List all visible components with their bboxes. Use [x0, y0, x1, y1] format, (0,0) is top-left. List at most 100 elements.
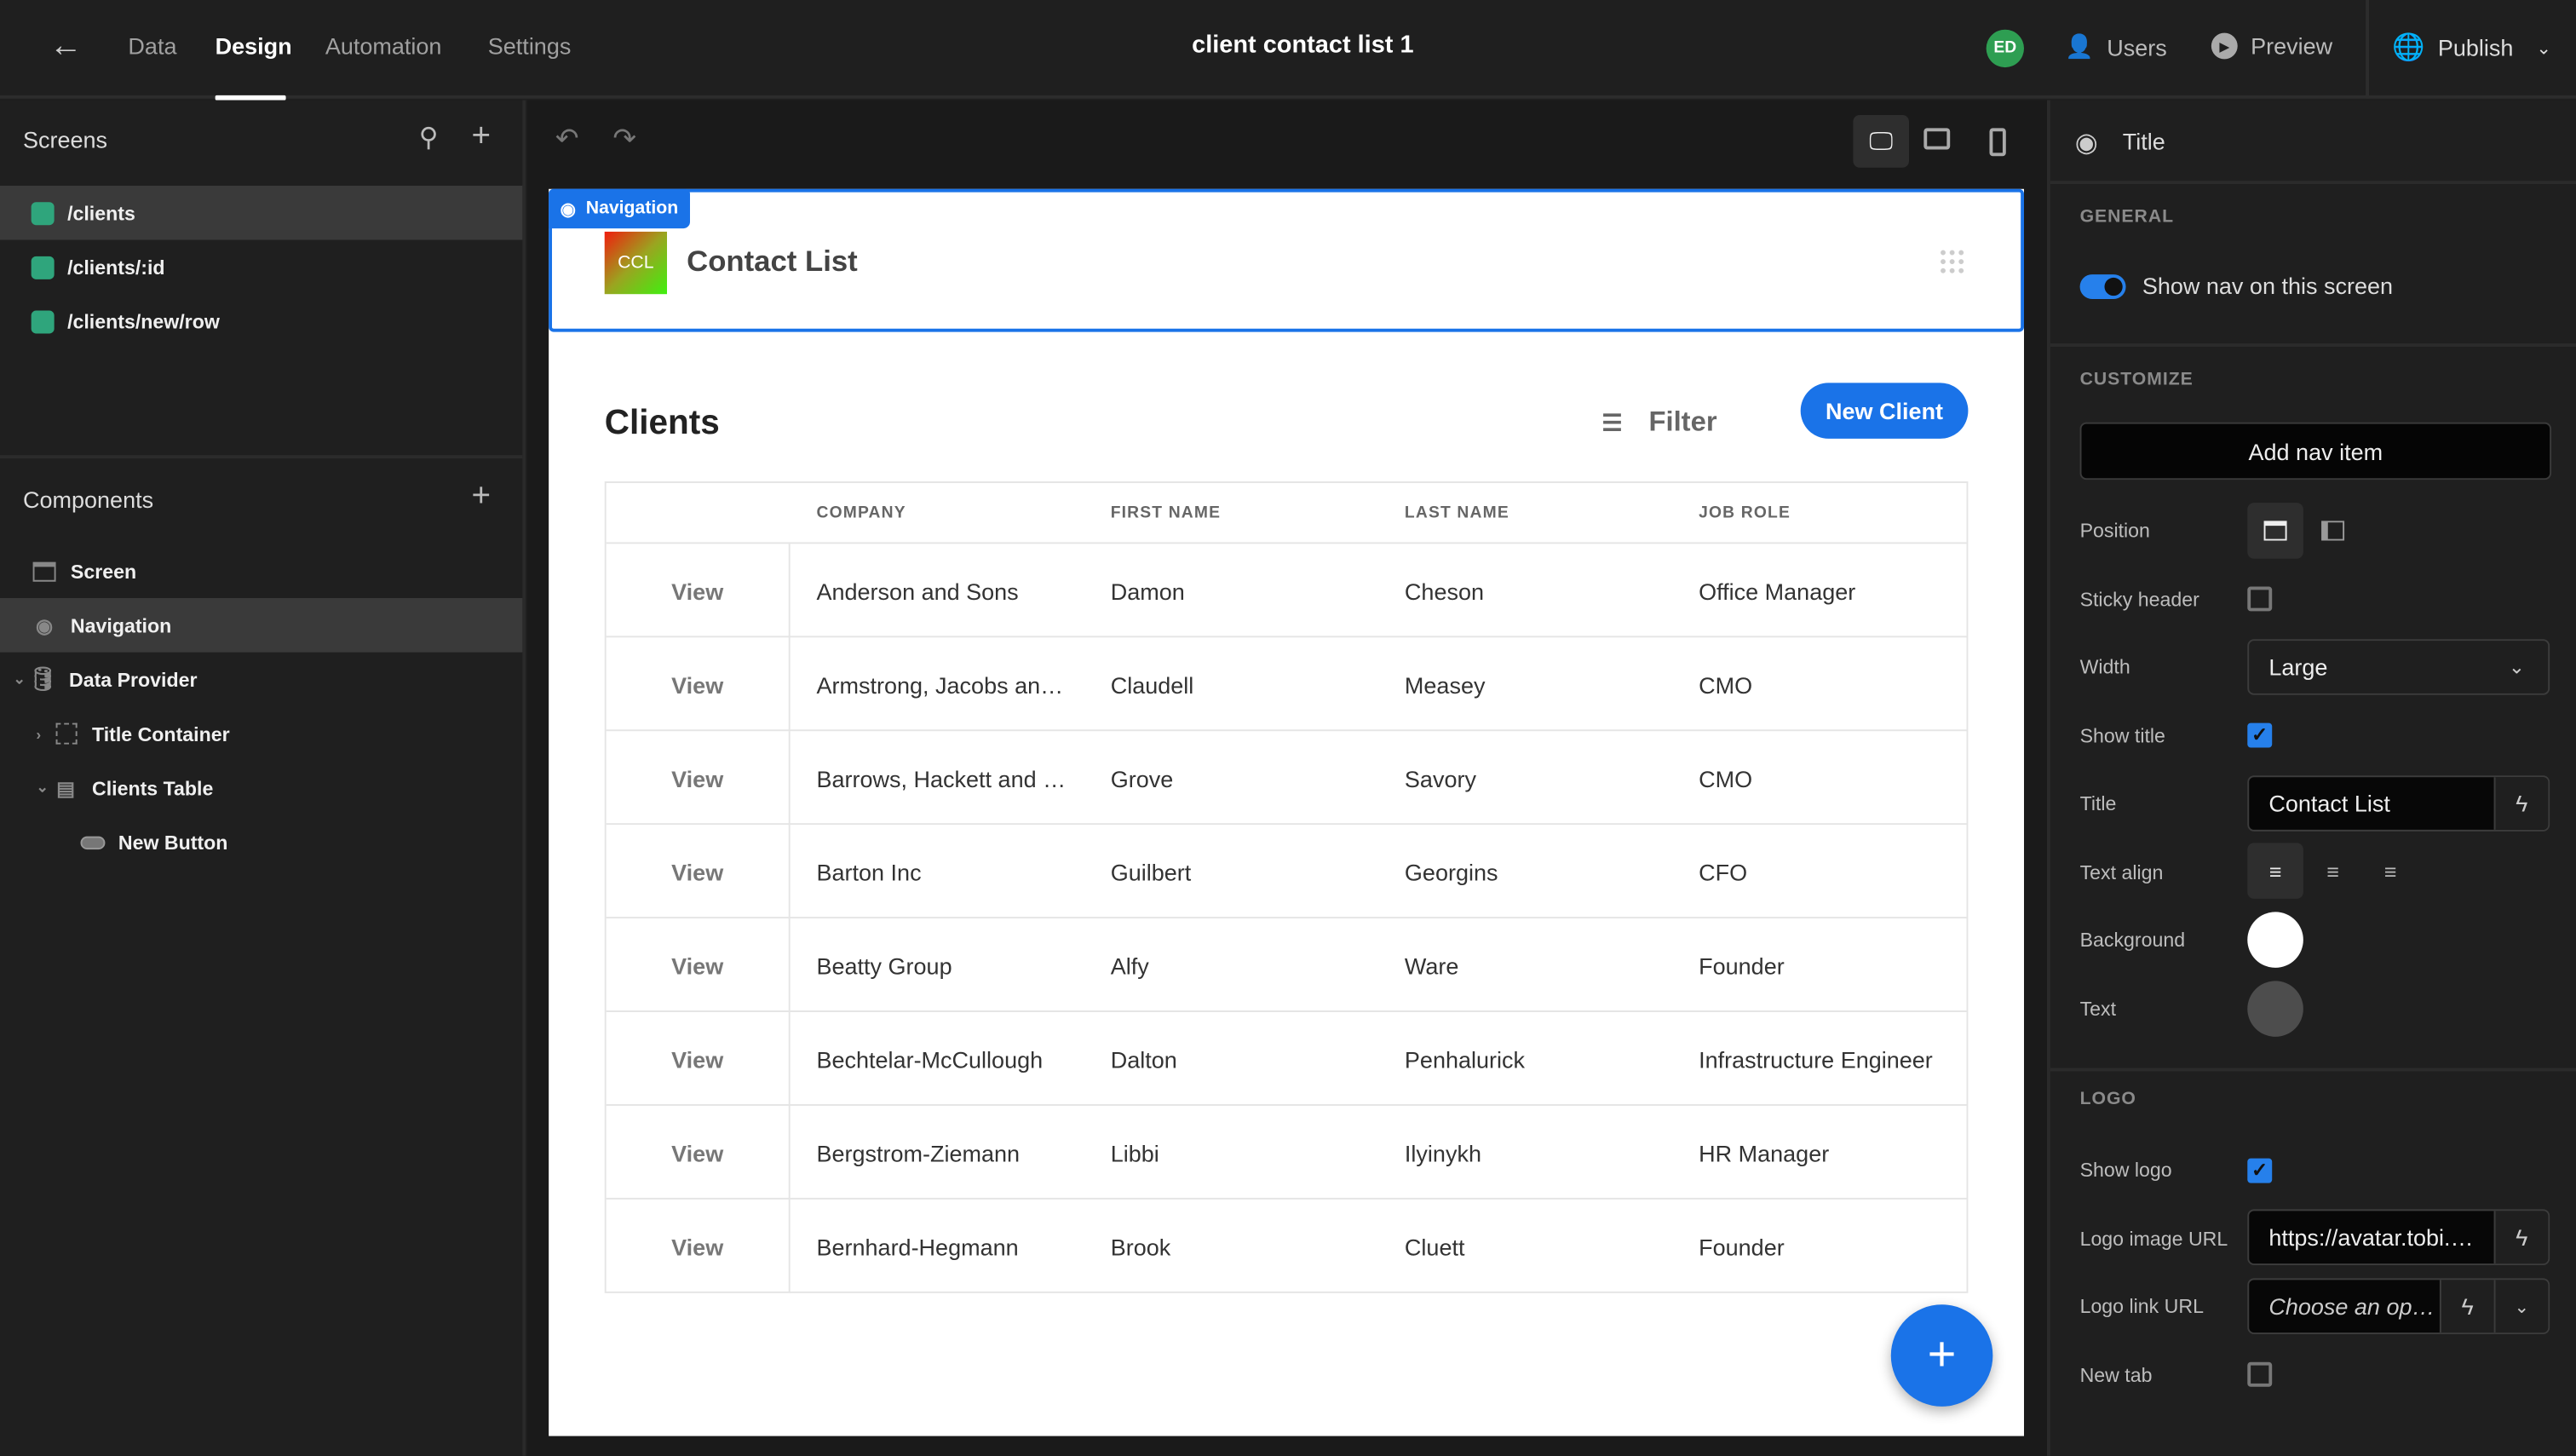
lightning-bolt-icon[interactable]: ϟ	[2493, 1211, 2549, 1264]
avatar[interactable]: ED	[1986, 29, 2024, 68]
width-select[interactable]: Large ⌄	[2247, 639, 2550, 695]
undo-icon[interactable]: ↶	[555, 124, 578, 157]
logo-link-url-select[interactable]: Choose an op… ϟ ⌄	[2247, 1278, 2550, 1334]
table-row[interactable]: View Barrows, Hackett and … Grove Savory CMO	[606, 729, 1967, 826]
screen-item-clients[interactable]: /clients	[0, 185, 523, 240]
divider	[0, 455, 523, 459]
sticky-header-label: Sticky header	[2079, 588, 2199, 612]
position-left-button[interactable]	[2305, 503, 2361, 559]
text-color-label: Text	[2079, 997, 2117, 1021]
column-header-job-role[interactable]: JOB ROLE	[1699, 483, 1791, 542]
title-input[interactable]: Contact List ϟ	[2247, 775, 2550, 832]
align-right-button[interactable]: ≡	[2362, 843, 2418, 899]
view-link[interactable]: View	[607, 918, 791, 1012]
cell-role: HR Manager	[1699, 1139, 1830, 1166]
search-icon[interactable]: ⚲	[419, 122, 439, 155]
cell-role: CMO	[1699, 670, 1753, 698]
new-client-button[interactable]: New Client	[1800, 383, 1969, 439]
chevron-down-icon[interactable]: ⌄	[2493, 1280, 2549, 1333]
screen-dot-icon	[31, 201, 55, 225]
table-row[interactable]: View Barton Inc Guilbert Georgins CFO	[606, 823, 1967, 919]
eye-icon: ◉	[35, 613, 54, 637]
logo-image-url-input[interactable]: https://avatar.tobi.… ϟ	[2247, 1209, 2550, 1265]
filter-button[interactable]: ☰ Filter	[1601, 406, 1716, 439]
view-link[interactable]: View	[607, 544, 791, 638]
column-header-last-name[interactable]: LAST NAME	[1405, 483, 1509, 542]
table-row[interactable]: View Bergstrom-Ziemann Libbi Ilyinykh HR Man…	[606, 1103, 1967, 1200]
text-color-swatch[interactable]	[2247, 981, 2303, 1037]
view-link[interactable]: View	[607, 825, 791, 919]
tablet-view-button[interactable]	[1923, 128, 1951, 150]
component-label: Screen	[70, 559, 137, 583]
component-title-container[interactable]: › Title Container	[0, 706, 522, 761]
show-title-checkbox[interactable]: ✓	[2247, 722, 2273, 748]
chevron-down-icon[interactable]: ⌄	[2536, 37, 2551, 58]
add-nav-item-button[interactable]: Add nav item	[2079, 422, 2552, 481]
users-button[interactable]: 👤 Users	[2065, 33, 2167, 61]
view-link[interactable]: View	[607, 637, 791, 732]
logo-link-url-label: Logo link URL	[2079, 1294, 2204, 1318]
lightning-bolt-icon[interactable]: ϟ	[2493, 777, 2549, 830]
new-tab-checkbox[interactable]	[2247, 1361, 2273, 1387]
chevron-down-icon[interactable]: ⌄	[13, 670, 29, 688]
show-nav-label: Show nav on this screen	[2142, 273, 2394, 299]
redo-icon[interactable]: ↷	[612, 124, 635, 157]
section-logo: LOGO	[2079, 1089, 2136, 1109]
logo-image[interactable]: CCL	[604, 231, 667, 295]
column-header-company[interactable]: COMPANY	[816, 483, 906, 542]
view-link[interactable]: View	[607, 1011, 791, 1106]
title-label: Title	[2079, 791, 2117, 815]
component-new-button[interactable]: New Button	[0, 815, 522, 870]
cell-role: Office Manager	[1699, 577, 1856, 604]
screen-item-clients-id[interactable]: /clients/:id	[0, 240, 522, 295]
cell-last: Penhalurick	[1404, 1045, 1526, 1073]
container-icon	[53, 722, 79, 745]
component-clients-table[interactable]: ⌄ ▤ Clients Table	[0, 761, 522, 815]
clients-table: COMPANY FIRST NAME LAST NAME JOB ROLE Vi…	[604, 481, 1969, 1293]
add-fab-button[interactable]: +	[1890, 1304, 1993, 1407]
divider	[2050, 343, 2576, 347]
view-link[interactable]: View	[607, 1199, 791, 1293]
chevron-down-icon[interactable]: ⌄	[36, 779, 52, 797]
align-left-button[interactable]: ≡	[2247, 843, 2303, 899]
chevron-right-icon[interactable]: ›	[36, 725, 52, 741]
cell-role: Founder	[1699, 1233, 1785, 1260]
width-label: Width	[2079, 655, 2130, 679]
cell-company: Barrows, Hackett and …	[816, 764, 1067, 791]
publish-button[interactable]: 🌐 Publish ⌄	[2392, 32, 2551, 65]
page-title: Clients	[604, 404, 720, 442]
add-component-icon[interactable]: +	[471, 478, 491, 515]
view-link[interactable]: View	[607, 731, 791, 826]
cell-company: Bechtelar-McCullough	[816, 1045, 1044, 1073]
mobile-view-button[interactable]	[1989, 128, 2006, 157]
width-value: Large	[2268, 653, 2328, 681]
background-color-swatch[interactable]	[2247, 912, 2303, 968]
cell-first: Dalton	[1110, 1045, 1177, 1073]
screen-label: /clients/new/row	[67, 309, 220, 333]
cell-company: Barton Inc	[816, 858, 922, 885]
drag-handle-icon[interactable]	[1938, 248, 1965, 275]
view-link[interactable]: View	[607, 1105, 791, 1200]
preview-button[interactable]: ▶ Preview	[2211, 32, 2332, 60]
column-header-first-name[interactable]: FIRST NAME	[1111, 483, 1221, 542]
screen-item-clients-new-row[interactable]: /clients/new/row	[0, 294, 522, 348]
cell-last: Cheson	[1404, 577, 1485, 604]
lightning-bolt-icon[interactable]: ϟ	[2439, 1280, 2494, 1333]
table-row[interactable]: View Bechtelar-McCullough Dalton Penhaluric…	[606, 1010, 1967, 1106]
show-logo-checkbox[interactable]: ✓	[2247, 1158, 2273, 1183]
position-top-button[interactable]	[2247, 503, 2303, 559]
desktop-view-button[interactable]: 🖵	[1853, 114, 1909, 168]
table-row[interactable]: View Bernhard-Hegmann Brook Cluett Founder	[606, 1197, 1967, 1293]
screen-icon	[32, 560, 58, 583]
table-row[interactable]: View Anderson and Sons Damon Cheson Office M…	[606, 542, 1967, 638]
component-navigation[interactable]: ◉ Navigation	[0, 597, 523, 653]
show-nav-toggle[interactable]	[2079, 274, 2126, 299]
add-screen-icon[interactable]: +	[471, 118, 491, 156]
navigation-tag: ◉ Navigation	[549, 188, 690, 229]
sticky-header-checkbox[interactable]	[2247, 586, 2273, 612]
component-screen[interactable]: Screen	[0, 544, 522, 598]
component-data-provider[interactable]: ⌄ 🛢 Data Provider	[0, 653, 522, 707]
table-row[interactable]: View Beatty Group Alfy Ware Founder	[606, 917, 1967, 1012]
table-row[interactable]: View Armstrong, Jacobs an… Claudell Measey C…	[606, 636, 1967, 732]
align-center-button[interactable]: ≡	[2305, 843, 2361, 899]
